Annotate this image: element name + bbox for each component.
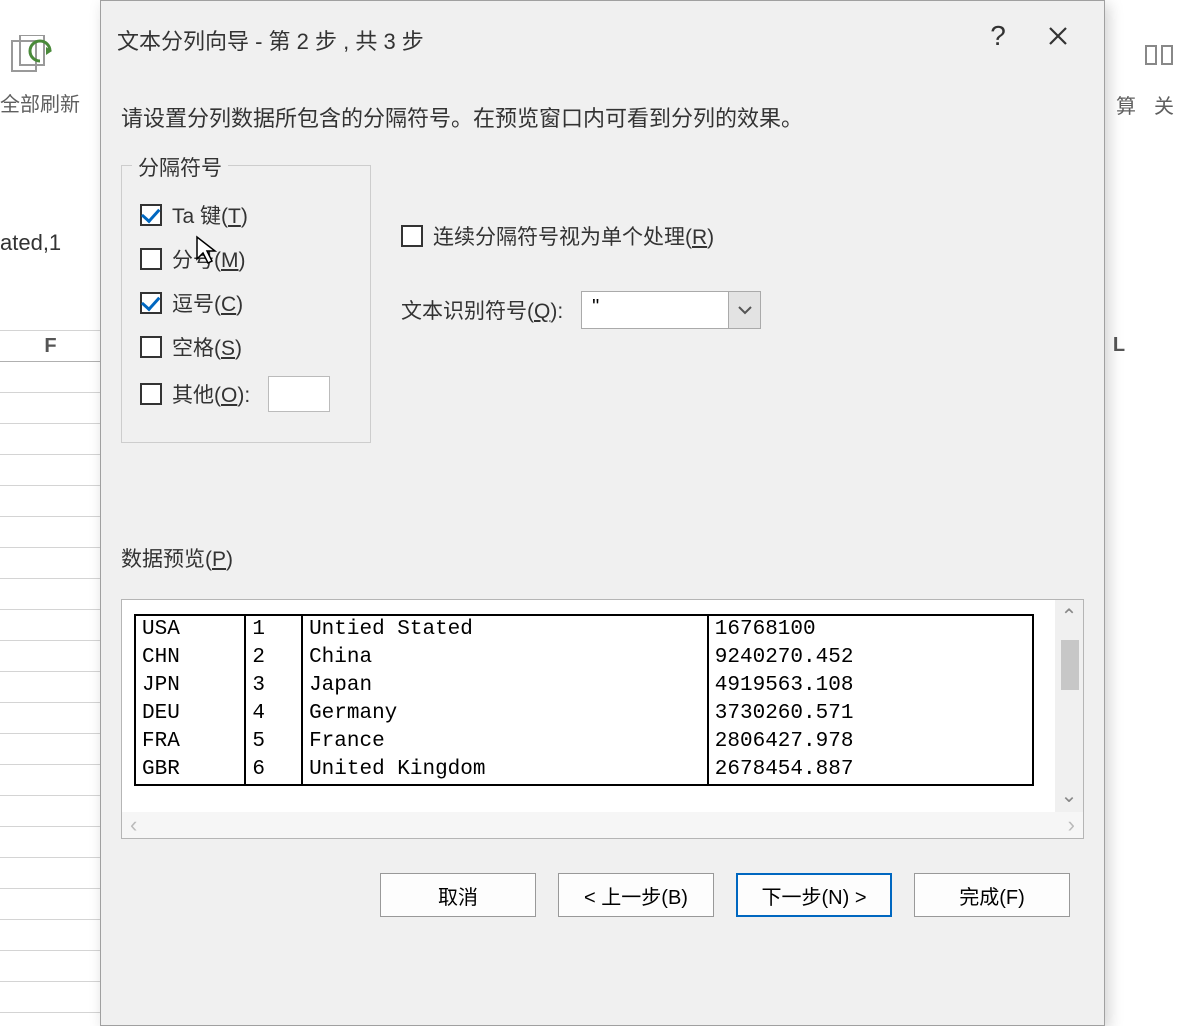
chevron-down-icon[interactable]: [728, 292, 760, 328]
table-cell: Untied Stated: [302, 615, 708, 644]
scroll-right-icon[interactable]: ›: [1068, 812, 1075, 838]
checkbox-other-label: 其他(O):: [172, 379, 250, 409]
data-preview-label: 数据预览(P): [121, 543, 1084, 573]
table-cell: France: [302, 728, 708, 756]
table-cell: GBR: [135, 756, 245, 785]
text-qualifier-combobox[interactable]: ": [581, 291, 761, 329]
table-row: FRA5France2806427.978: [135, 728, 1033, 756]
checkbox-tab-row[interactable]: Ta 键(T): [140, 200, 352, 230]
scroll-left-icon[interactable]: ‹: [130, 812, 137, 838]
checkbox-consecutive[interactable]: [401, 225, 423, 247]
table-cell: 6: [245, 756, 302, 785]
checkbox-other[interactable]: [140, 383, 162, 405]
cancel-button[interactable]: 取消: [380, 873, 536, 917]
checkbox-consecutive-label: 连续分隔符号视为单个处理(R): [433, 221, 714, 251]
table-cell: FRA: [135, 728, 245, 756]
checkbox-comma[interactable]: [140, 292, 162, 314]
data-preview-table: USA1Untied Stated16768100CHN2China924027…: [134, 614, 1034, 786]
table-row: GBR6United Kingdom2678454.887: [135, 756, 1033, 785]
table-cell: 4919563.108: [708, 672, 1033, 700]
table-cell: 3730260.571: [708, 700, 1033, 728]
table-row: DEU4Germany3730260.571: [135, 700, 1033, 728]
checkbox-space-label: 空格(S): [172, 332, 242, 362]
table-row: USA1Untied Stated16768100: [135, 615, 1033, 644]
checkbox-tab-label: Ta 键(T): [172, 200, 248, 230]
ribbon-refresh-label[interactable]: 全部刷新: [0, 88, 80, 117]
checkbox-space-row[interactable]: 空格(S): [140, 332, 352, 362]
dialog-titlebar: 文本分列向导 - 第 2 步 , 共 3 步 ?: [101, 1, 1104, 71]
ribbon-refresh-icon[interactable]: [2, 35, 62, 85]
table-cell: DEU: [135, 700, 245, 728]
table-cell: United Kingdom: [302, 756, 708, 785]
table-cell: 1: [245, 615, 302, 644]
help-button[interactable]: ?: [968, 11, 1028, 61]
text-to-columns-wizard-dialog: 文本分列向导 - 第 2 步 , 共 3 步 ? 请设置分列数据所包含的分隔符号…: [100, 0, 1105, 1026]
checkbox-semicolon[interactable]: [140, 248, 162, 270]
checkbox-tab[interactable]: [140, 204, 162, 226]
table-cell: JPN: [135, 672, 245, 700]
formula-bar-fragment: ated,1: [0, 230, 61, 256]
scroll-up-icon[interactable]: ⌃: [1061, 604, 1078, 629]
next-button[interactable]: 下一步(N) >: [736, 873, 892, 917]
checkbox-consecutive-row[interactable]: 连续分隔符号视为单个处理(R): [401, 221, 1084, 251]
table-row: JPN3Japan4919563.108: [135, 672, 1033, 700]
checkbox-comma-label: 逗号(C): [172, 288, 243, 318]
column-header-f[interactable]: F: [0, 331, 102, 362]
table-cell: 4: [245, 700, 302, 728]
finish-button[interactable]: 完成(F): [914, 873, 1070, 917]
close-button[interactable]: [1028, 11, 1088, 61]
back-button[interactable]: < 上一步(B): [558, 873, 714, 917]
delimiters-group-title: 分隔符号: [132, 152, 228, 182]
table-cell: 5: [245, 728, 302, 756]
table-cell: USA: [135, 615, 245, 644]
ribbon-right-icon: [1144, 40, 1174, 76]
instruction-text: 请设置分列数据所包含的分隔符号。在预览窗口内可看到分列的效果。: [121, 101, 1084, 133]
table-cell: 2806427.978: [708, 728, 1033, 756]
checkbox-space[interactable]: [140, 336, 162, 358]
checkbox-semicolon-row[interactable]: 分号(M): [140, 244, 352, 274]
table-cell: 9240270.452: [708, 644, 1033, 672]
preview-vertical-scrollbar[interactable]: ⌃ ⌄: [1055, 600, 1083, 812]
checkbox-comma-row[interactable]: 逗号(C): [140, 288, 352, 318]
data-preview-box: USA1Untied Stated16768100CHN2China924027…: [121, 599, 1084, 839]
table-cell: 2678454.887: [708, 756, 1033, 785]
scroll-thumb[interactable]: [1061, 640, 1079, 690]
table-cell: Germany: [302, 700, 708, 728]
table-row: CHN2China9240270.452: [135, 644, 1033, 672]
ribbon-calc-label[interactable]: 算: [1116, 90, 1136, 119]
table-cell: CHN: [135, 644, 245, 672]
scroll-down-icon[interactable]: ⌄: [1061, 783, 1078, 808]
text-qualifier-label: 文本识别符号(Q):: [401, 295, 563, 325]
preview-horizontal-scrollbar[interactable]: ‹ ›: [122, 812, 1083, 838]
other-delimiter-input[interactable]: [268, 376, 330, 412]
checkbox-semicolon-label: 分号(M): [172, 244, 246, 274]
table-cell: 2: [245, 644, 302, 672]
ribbon-rel-label[interactable]: 关: [1154, 90, 1174, 119]
delimiters-group: 分隔符号 Ta 键(T) 分号(M) 逗号(C): [121, 165, 371, 443]
spreadsheet-grid[interactable]: F: [0, 330, 102, 1013]
table-cell: 16768100: [708, 615, 1033, 644]
column-header-l[interactable]: L: [1109, 330, 1129, 361]
table-cell: 3: [245, 672, 302, 700]
checkbox-other-row[interactable]: 其他(O):: [140, 376, 352, 412]
table-cell: China: [302, 644, 708, 672]
dialog-title: 文本分列向导 - 第 2 步 , 共 3 步: [117, 16, 968, 56]
table-cell: Japan: [302, 672, 708, 700]
text-qualifier-value[interactable]: ": [582, 292, 728, 328]
